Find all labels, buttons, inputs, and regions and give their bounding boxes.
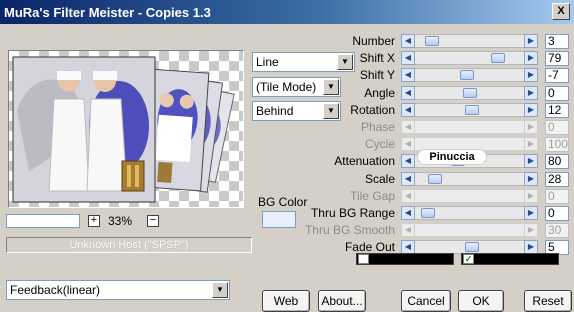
about-button[interactable]: About...	[318, 290, 366, 312]
thru-bg-range-label: Thru BG Range	[310, 206, 395, 220]
ok-button[interactable]: OK	[458, 290, 504, 312]
feedback-select-value: Feedback(linear)	[10, 283, 101, 297]
slider-right-arrow-icon: ▶	[524, 120, 538, 134]
slider-right-arrow-icon[interactable]: ▶	[524, 103, 538, 117]
host-status-bar: Unknown Host ("SPSP")	[6, 237, 252, 253]
slider-left-arrow-icon: ◀	[401, 223, 415, 237]
shift-y-slider[interactable]: ◀ ▶	[401, 68, 538, 82]
thru-bg-smooth-label: Thru BG Smooth	[304, 223, 395, 237]
zoom-value: 33%	[108, 214, 133, 228]
slider-left-arrow-icon[interactable]: ◀	[401, 86, 415, 100]
slider-thumb[interactable]	[465, 242, 479, 252]
slider-right-arrow-icon[interactable]: ▶	[524, 51, 538, 65]
shift-y-value-field[interactable]: -7	[545, 68, 569, 83]
preview-image	[12, 56, 235, 203]
cancel-button[interactable]: Cancel	[401, 290, 451, 312]
window-title: MuRa's Filter Meister - Copies 1.3	[4, 4, 211, 20]
pattern-select-value: Line	[256, 55, 279, 69]
slider-right-arrow-icon: ▶	[524, 189, 538, 203]
angle-slider[interactable]: ◀ ▶	[401, 86, 538, 100]
preview-canvas[interactable]	[8, 50, 244, 208]
rotation-label: Rotation	[350, 103, 395, 117]
attenuation-value-field[interactable]: 80	[545, 154, 569, 169]
thru-bg-range-slider[interactable]: ◀ ▶	[401, 206, 538, 220]
slider-right-arrow-icon[interactable]: ▶	[524, 34, 538, 48]
rotation-slider[interactable]: ◀ ▶	[401, 103, 538, 117]
rotation-value-field[interactable]: 12	[545, 103, 569, 118]
slider-thumb[interactable]	[460, 70, 474, 80]
slider-right-arrow-icon[interactable]: ▶	[524, 206, 538, 220]
slider-right-arrow-icon[interactable]: ▶	[524, 154, 538, 168]
scale-value-field[interactable]: 28	[545, 172, 569, 187]
shift-y-label: Shift Y	[359, 68, 395, 82]
cycle-label: Cycle	[364, 137, 395, 151]
cycle-value-field: 100	[545, 137, 569, 152]
slider-left-arrow-icon[interactable]: ◀	[401, 240, 415, 254]
scale-label: Scale	[364, 172, 395, 186]
fade-color-bar-right[interactable]: ✓	[461, 253, 559, 265]
slider-right-arrow-icon[interactable]: ▶	[524, 86, 538, 100]
watermark-badge: Pinuccia	[418, 150, 486, 164]
scale-slider[interactable]: ◀ ▶	[401, 172, 538, 186]
tile-gap-value-field: 0	[545, 189, 569, 204]
cycle-slider: ◀ ▶	[401, 137, 538, 151]
slider-thumb[interactable]	[428, 174, 442, 184]
phase-value-field: 0	[545, 120, 569, 135]
slider-thumb[interactable]	[465, 105, 479, 115]
thru-bg-range-value-field[interactable]: 0	[545, 206, 569, 221]
phase-label: Phase	[360, 120, 395, 134]
left-color-checkbox[interactable]	[358, 254, 369, 264]
slider-left-arrow-icon: ◀	[401, 189, 415, 203]
slider-left-arrow-icon[interactable]: ◀	[401, 34, 415, 48]
feedback-select[interactable]: Feedback(linear) ▼	[6, 280, 230, 300]
slider-thumb[interactable]	[425, 36, 439, 46]
slider-thumb[interactable]	[463, 88, 477, 98]
checkmark-icon: ✓	[464, 254, 473, 264]
thru-bg-smooth-slider: ◀ ▶	[401, 223, 538, 237]
fade-out-slider[interactable]: ◀ ▶	[401, 240, 538, 254]
slider-right-arrow-icon[interactable]: ▶	[524, 68, 538, 82]
zoom-out-button[interactable]: −	[147, 215, 159, 227]
filter-window: MuRa's Filter Meister - Copies 1.3 X + 3…	[0, 0, 574, 312]
shift-x-label: Shift X	[359, 51, 395, 65]
slider-right-arrow-icon[interactable]: ▶	[524, 240, 538, 254]
web-button[interactable]: Web	[262, 290, 310, 312]
zoom-slider-field[interactable]	[6, 214, 80, 228]
slider-left-arrow-icon[interactable]: ◀	[401, 154, 415, 168]
slider-thumb[interactable]	[421, 208, 435, 218]
reset-button[interactable]: Reset	[524, 290, 572, 312]
slider-left-arrow-icon[interactable]: ◀	[401, 206, 415, 220]
number-label: Number	[352, 34, 395, 48]
slider-left-arrow-icon[interactable]: ◀	[401, 51, 415, 65]
fade-color-bar-left[interactable]	[356, 253, 454, 265]
slider-right-arrow-icon: ▶	[524, 137, 538, 151]
tile-gap-slider: ◀ ▶	[401, 189, 538, 203]
slider-right-arrow-icon[interactable]: ▶	[524, 172, 538, 186]
angle-label: Angle	[364, 86, 395, 100]
slider-left-arrow-icon: ◀	[401, 120, 415, 134]
angle-value-field[interactable]: 0	[545, 86, 569, 101]
title-bar: MuRa's Filter Meister - Copies 1.3 X	[0, 0, 574, 24]
number-value-field[interactable]: 3	[545, 34, 569, 49]
slider-right-arrow-icon: ▶	[524, 223, 538, 237]
slider-thumb[interactable]	[491, 53, 505, 63]
slider-left-arrow-icon: ◀	[401, 137, 415, 151]
slider-left-arrow-icon[interactable]: ◀	[401, 103, 415, 117]
slider-left-arrow-icon[interactable]: ◀	[401, 172, 415, 186]
slider-left-arrow-icon[interactable]: ◀	[401, 68, 415, 82]
close-button[interactable]: X	[552, 3, 570, 20]
chevron-down-icon[interactable]: ▼	[212, 282, 228, 298]
placement-select-value: Behind	[256, 104, 294, 118]
zoom-in-button[interactable]: +	[88, 215, 100, 227]
thru-bg-smooth-value-field: 30	[545, 223, 569, 238]
number-slider[interactable]: ◀ ▶	[401, 34, 538, 48]
shift-x-slider[interactable]: ◀ ▶	[401, 51, 538, 65]
bg-color-swatch[interactable]	[262, 211, 296, 228]
right-color-checkbox[interactable]: ✓	[463, 254, 474, 264]
shift-x-value-field[interactable]: 79	[545, 51, 569, 66]
tile-gap-label: Tile Gap	[350, 189, 395, 203]
attenuation-label: Attenuation	[334, 154, 395, 168]
phase-slider: ◀ ▶	[401, 120, 538, 134]
